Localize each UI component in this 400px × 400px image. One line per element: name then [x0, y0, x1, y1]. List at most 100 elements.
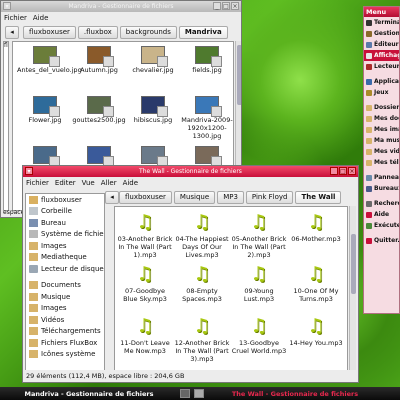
- front-scrollbar[interactable]: [349, 206, 356, 371]
- root-menu-item[interactable]: Gestionnaire: [364, 28, 399, 39]
- music-file-item[interactable]: ♫ 04-The Happiest Days Of Our Lives.mp3: [174, 211, 230, 259]
- file-item[interactable]: Autumn.jpg: [71, 46, 127, 74]
- path-back-arrow-icon[interactable]: ◂: [5, 26, 19, 39]
- music-file-item[interactable]: ♫ 10-One Of My Turns.mp3: [288, 263, 344, 303]
- root-menu-item[interactable]: Ma musique: [364, 135, 399, 146]
- image-thumbnail-icon: [87, 96, 114, 117]
- sidebar-item[interactable]: Lecteur de disque...: [26, 263, 104, 275]
- file-item[interactable]: chevalier.jpg: [125, 46, 181, 74]
- image-thumbnail-icon: [141, 96, 168, 117]
- sidebar-item[interactable]: Système de fichiers: [26, 229, 104, 241]
- file-item[interactable]: Antes_del_vuelo.jpg: [17, 46, 82, 74]
- path-button[interactable]: fluxboxuser: [23, 25, 76, 39]
- root-menu-item[interactable]: Applications: [364, 76, 399, 87]
- music-file-item[interactable]: ♫ 07-Goodbye Blue Sky.mp3: [117, 263, 173, 303]
- root-menu-item[interactable]: Mes vidéos: [364, 146, 399, 157]
- menu-editer[interactable]: Editer: [55, 179, 76, 187]
- path-button[interactable]: backgrounds: [119, 25, 177, 39]
- root-menu-item[interactable]: Panneau: [364, 172, 399, 183]
- image-thumbnail-icon: [33, 46, 60, 67]
- file-item[interactable]: hibiscus.jpg: [125, 96, 181, 124]
- file-item[interactable]: [179, 146, 235, 167]
- sidebar-item[interactable]: Icônes système: [26, 349, 104, 361]
- path-back-arrow-icon[interactable]: ◂: [105, 191, 119, 204]
- sidebar-item[interactable]: Téléchargements: [26, 326, 104, 338]
- taskbar-item-the-wall[interactable]: The Wall - Gestionnaire de fichiers: [206, 390, 384, 398]
- music-note-icon: ♫: [136, 263, 154, 285]
- root-menu-item[interactable]: Jeux: [364, 87, 399, 98]
- minimize-icon[interactable]: _: [330, 167, 338, 175]
- root-menu-item[interactable]: Aide: [364, 209, 399, 220]
- close-icon[interactable]: ×: [231, 2, 239, 10]
- file-item[interactable]: [125, 146, 181, 167]
- sidebar-item[interactable]: Documents: [26, 280, 104, 292]
- root-menu-item[interactable]: Terminal: [364, 17, 399, 28]
- maximize-icon[interactable]: □: [222, 2, 230, 10]
- sidebar-item[interactable]: fluxboxuser: [26, 194, 104, 206]
- root-menu-item[interactable]: Éditeur: [364, 39, 399, 50]
- music-file-item[interactable]: ♫ 05-Another Brick In The Wall (Part 2).m…: [231, 211, 287, 259]
- path-button[interactable]: The Wall: [295, 190, 342, 204]
- window-menu-icon[interactable]: ▾: [25, 167, 33, 175]
- file-item[interactable]: gouttes2500.jpg: [71, 96, 127, 124]
- menu-item-icon: [366, 52, 372, 59]
- root-menu-item[interactable]: Affichage: [364, 50, 399, 61]
- sidebar-item[interactable]: Bureau: [26, 217, 104, 229]
- music-file-item[interactable]: ♫ 08-Empty Spaces.mp3: [174, 263, 230, 303]
- sidebar-item-label: Fichiers FluxBox: [41, 338, 98, 347]
- minimize-icon[interactable]: _: [213, 2, 221, 10]
- maximize-icon[interactable]: □: [339, 167, 347, 175]
- file-item[interactable]: fields.jpg: [179, 46, 235, 74]
- sidebar-item[interactable]: Musique: [26, 291, 104, 303]
- sidebar-item[interactable]: Corbeille: [26, 206, 104, 218]
- file-item[interactable]: Flower.jpg: [17, 96, 73, 124]
- music-file-item[interactable]: ♫ 03-Another Brick In The Wall (Part 1).m…: [117, 211, 173, 259]
- root-menu-item[interactable]: Mes téléchargements: [364, 157, 399, 168]
- root-menu-item-label: Gestionnaire: [374, 30, 399, 37]
- menu-aller[interactable]: Aller: [101, 179, 117, 187]
- back-window-titlebar[interactable]: ▾ Mandriva - Gestionnaire de fichiers _ …: [1, 1, 241, 12]
- menu-vue[interactable]: Vue: [82, 179, 95, 187]
- sidebar-item[interactable]: Images: [26, 303, 104, 315]
- path-button[interactable]: Pink Floyd: [245, 190, 294, 204]
- menu-aide[interactable]: Aide: [123, 179, 138, 187]
- root-menu-item[interactable]: Mes images: [364, 124, 399, 135]
- music-file-item[interactable]: ♫ 13-Goodbye Cruel World.mp3: [231, 315, 287, 355]
- music-file-item[interactable]: ♫ 11-Don't Leave Me Now.mp3: [117, 315, 173, 355]
- root-menu-item[interactable]: Dossier: [364, 102, 399, 113]
- root-menu-item[interactable]: Quitter...: [364, 235, 399, 246]
- front-scrollbar-thumb[interactable]: [351, 234, 356, 294]
- music-file-item[interactable]: ♫ 06-Mother.mp3: [288, 211, 344, 243]
- root-menu-item[interactable]: Mes documents: [364, 113, 399, 124]
- music-file-item[interactable]: ♫ 09-Young Lust.mp3: [231, 263, 287, 303]
- root-menu-item[interactable]: Exécuter: [364, 220, 399, 231]
- back-scrollbar-thumb[interactable]: [237, 45, 241, 105]
- file-item[interactable]: [17, 146, 73, 167]
- close-icon[interactable]: ×: [348, 167, 356, 175]
- window-menu-icon[interactable]: ▾: [3, 2, 11, 10]
- workspace-pager-2[interactable]: [194, 389, 204, 398]
- file-item[interactable]: [71, 146, 127, 167]
- root-menu-item[interactable]: Lecteur: [364, 61, 399, 72]
- menu-aide[interactable]: Aide: [33, 14, 48, 22]
- menu-fichier[interactable]: Fichier: [26, 179, 49, 187]
- workspace-pager-1[interactable]: [180, 389, 190, 398]
- path-button[interactable]: .fluxbox: [77, 25, 118, 39]
- path-button[interactable]: Musique: [173, 190, 216, 204]
- root-menu-item[interactable]: Rechercher: [364, 198, 399, 209]
- root-menu-item[interactable]: Bureaux: [364, 183, 399, 194]
- sidebar-item[interactable]: Images: [26, 240, 104, 252]
- path-button[interactable]: fluxboxuser: [119, 190, 172, 204]
- sidebar-item[interactable]: Fichiers FluxBox: [26, 337, 104, 349]
- front-window-titlebar[interactable]: ▾ The Wall - Gestionnaire de fichiers _ …: [23, 166, 358, 177]
- file-item[interactable]: Mandriva-2009-1920x1200-1300.jpg: [179, 96, 235, 140]
- sidebar-item[interactable]: Vidéos: [26, 314, 104, 326]
- folder-icon: [29, 253, 38, 262]
- path-button[interactable]: Mandriva: [178, 25, 228, 39]
- music-file-item[interactable]: ♫ 12-Another Brick In The Wall (Part 3).m…: [174, 315, 230, 363]
- taskbar-item-mandriva[interactable]: Mandriva - Gestionnaire de fichiers: [0, 390, 178, 398]
- sidebar-item[interactable]: Mediatheque: [26, 252, 104, 264]
- path-button[interactable]: MP3: [217, 190, 244, 204]
- menu-fichier[interactable]: Fichier: [4, 14, 27, 22]
- music-file-item[interactable]: ♫ 14-Hey You.mp3: [288, 315, 344, 347]
